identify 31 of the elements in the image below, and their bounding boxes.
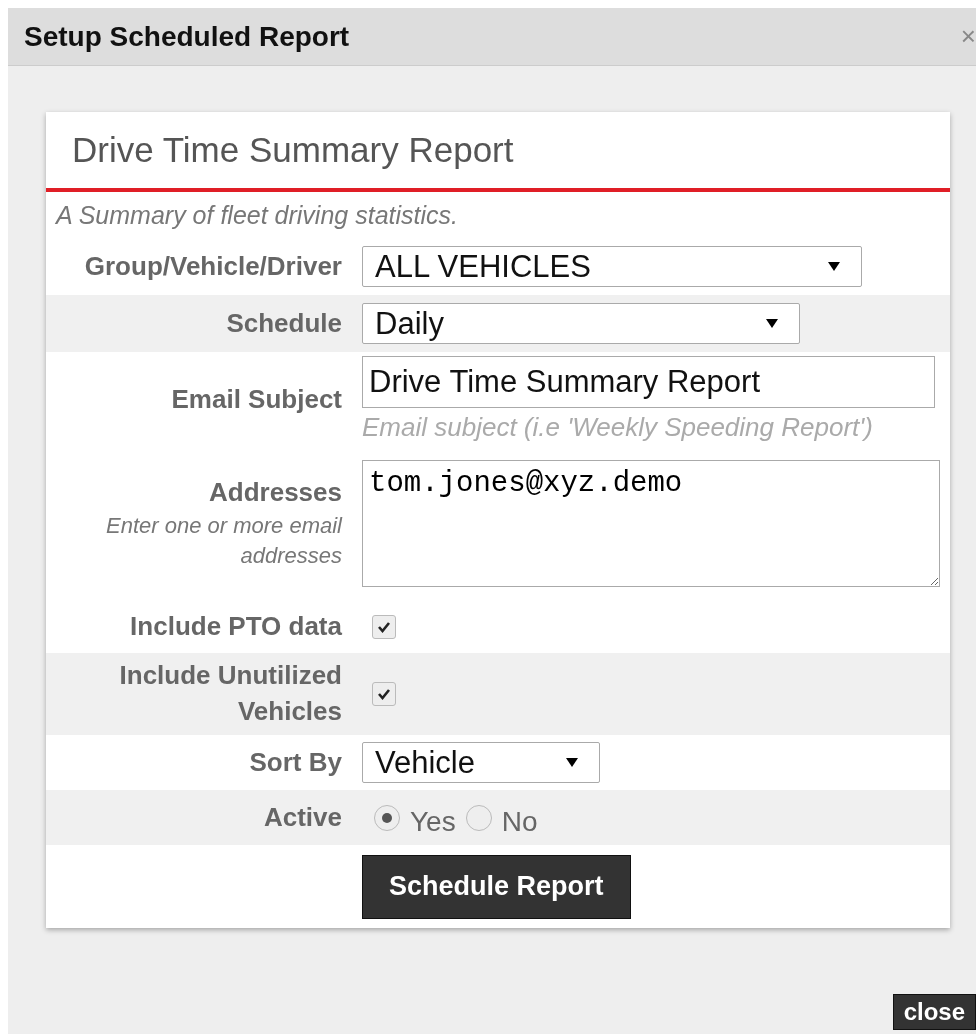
checkbox[interactable]: [372, 682, 396, 706]
checkbox[interactable]: [372, 614, 396, 639]
close-button[interactable]: close: [892, 994, 976, 1030]
field-label: Include Unutilized Vehicles: [118, 659, 342, 728]
radio-button[interactable]: [465, 804, 492, 831]
field-label: Sort By: [249, 745, 342, 779]
radio-label[interactable]: No: [501, 805, 538, 838]
dropdown[interactable]: Vehicle: [362, 742, 600, 783]
radio-label[interactable]: Yes: [410, 805, 456, 838]
field-label: Include PTO data: [130, 609, 342, 643]
check-icon: [377, 620, 391, 633]
field-label: Schedule: [226, 306, 342, 340]
caret-icon: [765, 318, 779, 329]
report-description: A Summary of fleet driving statistics.: [54, 199, 459, 231]
report-title: Drive Time Summary Report: [46, 112, 950, 192]
caret-icon: [827, 261, 841, 272]
email-subject-field[interactable]: Drive Time Summary Report: [362, 356, 935, 408]
caret-icon: [565, 757, 579, 768]
dialog-title: Setup Scheduled Report: [23, 20, 350, 53]
check-icon: [377, 688, 391, 700]
field-label: Addresses: [209, 475, 342, 509]
field-label: Group/Vehicle/Driver: [84, 249, 342, 283]
addresses-field[interactable]: tom.jones@xyz.demo: [362, 460, 940, 587]
dropdown[interactable]: Daily: [362, 303, 800, 344]
field-hint: Enter one or more email addresses: [105, 511, 342, 571]
field-label: Active: [263, 800, 342, 834]
dropdown[interactable]: ALL VEHICLES: [362, 246, 862, 287]
field-hint: Email subject (i.e 'Weekly Speeding Report'): [362, 412, 873, 443]
radio-button[interactable]: [374, 804, 400, 831]
schedule-report-button[interactable]: Schedule Report: [362, 854, 631, 919]
field-label: Email Subject: [171, 382, 342, 416]
